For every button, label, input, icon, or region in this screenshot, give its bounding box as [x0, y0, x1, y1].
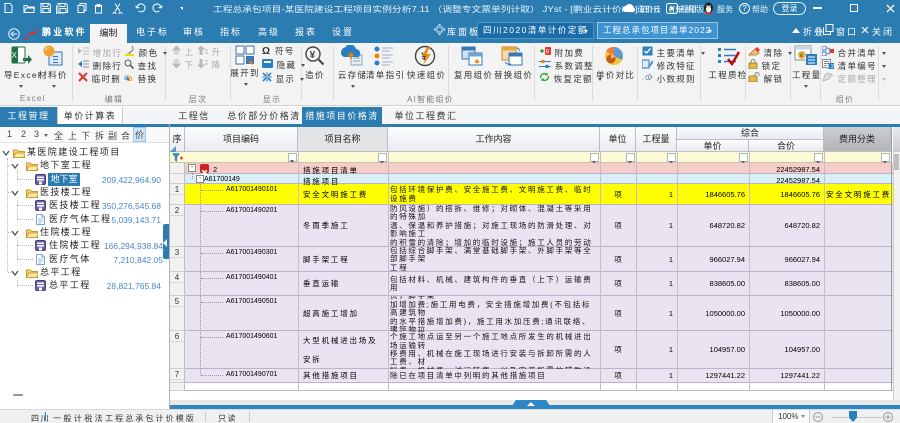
svg-text:¥: ¥: [310, 50, 317, 61]
svg-text:?: ?: [742, 4, 747, 13]
svg-text:X: X: [11, 51, 18, 60]
svg-text:b: b: [128, 74, 134, 82]
svg-text:9: 9: [546, 50, 551, 56]
svg-text:12: 12: [827, 64, 834, 69]
svg-text:.0: .0: [642, 75, 650, 82]
svg-text:¥: ¥: [799, 53, 804, 60]
